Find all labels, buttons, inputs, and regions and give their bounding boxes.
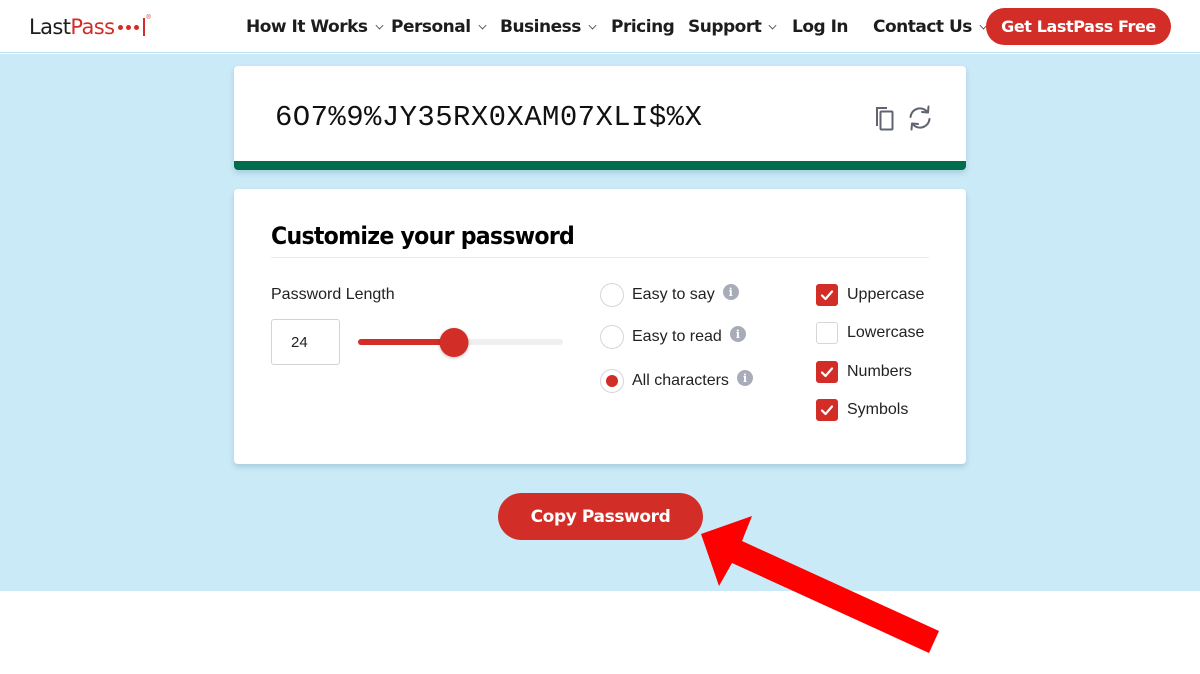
checkbox[interactable] bbox=[816, 361, 838, 383]
info-icon[interactable]: i bbox=[722, 284, 739, 300]
radio-label: Easy to read bbox=[632, 328, 722, 345]
checkbox[interactable] bbox=[816, 399, 838, 421]
radio-button[interactable] bbox=[600, 325, 624, 349]
checkbox-uppercase[interactable]: Uppercase bbox=[816, 283, 924, 307]
checkbox-label: Uppercase bbox=[847, 286, 925, 303]
checkbox-label: Symbols bbox=[847, 401, 909, 418]
checkbox[interactable] bbox=[816, 322, 838, 344]
password-length-slider[interactable] bbox=[358, 328, 563, 357]
generated-password[interactable]: 6O7%9%JY35RX0XAM07XLI$%X bbox=[275, 101, 702, 134]
site-header: Last Pass ® How It Works Personal Busine… bbox=[0, 0, 1200, 53]
logo-registered-mark: ® bbox=[146, 15, 151, 21]
radio-label: All characters bbox=[632, 372, 729, 389]
nav-contact-us[interactable]: Contact Us bbox=[873, 15, 988, 39]
refresh-icon[interactable] bbox=[906, 103, 934, 133]
checkbox-symbols[interactable]: Symbols bbox=[816, 398, 908, 422]
radio-all-characters[interactable]: All characters i bbox=[600, 368, 753, 394]
checkbox[interactable] bbox=[816, 284, 838, 306]
password-strength-bar bbox=[234, 161, 966, 170]
chevron-down-icon bbox=[478, 21, 487, 29]
password-display-card: 6O7%9%JY35RX0XAM07XLI$%X bbox=[234, 66, 966, 170]
nav-label: Contact Us bbox=[873, 17, 972, 37]
logo-bar-icon bbox=[143, 18, 146, 36]
nav-support[interactable]: Support bbox=[688, 15, 777, 39]
radio-easy-to-say[interactable]: Easy to say i bbox=[600, 282, 739, 308]
nav-business[interactable]: Business bbox=[500, 15, 597, 39]
checkmark-icon bbox=[820, 367, 834, 378]
copy-icon[interactable] bbox=[871, 103, 899, 133]
nav-log-in[interactable]: Log In bbox=[792, 15, 849, 39]
nav-label: Log In bbox=[792, 17, 849, 37]
radio-label: Easy to say bbox=[632, 286, 715, 303]
password-length-label: Password Length bbox=[271, 286, 395, 303]
password-length-input[interactable]: 24 bbox=[271, 319, 340, 365]
chevron-down-icon bbox=[768, 21, 777, 29]
checkmark-icon bbox=[820, 290, 834, 301]
radio-selected-dot bbox=[606, 375, 618, 387]
info-icon[interactable]: i bbox=[729, 326, 746, 342]
checkbox-label: Lowercase bbox=[847, 324, 925, 341]
radio-button[interactable] bbox=[600, 283, 624, 307]
lastpass-logo[interactable]: Last Pass ® bbox=[29, 13, 151, 41]
checkbox-label: Numbers bbox=[847, 363, 912, 380]
logo-text-last: Last bbox=[29, 15, 71, 39]
customize-card: Customize your password Password Length … bbox=[234, 189, 966, 464]
checkbox-numbers[interactable]: Numbers bbox=[816, 360, 912, 384]
info-icon[interactable]: i bbox=[736, 370, 753, 386]
get-lastpass-free-button[interactable]: Get LastPass Free bbox=[986, 8, 1171, 45]
customize-title: Customize your password bbox=[271, 222, 575, 250]
nav-personal[interactable]: Personal bbox=[391, 15, 487, 39]
radio-button[interactable] bbox=[600, 369, 624, 393]
nav-label: Business bbox=[500, 17, 581, 37]
checkmark-icon bbox=[820, 405, 834, 416]
nav-label: How It Works bbox=[246, 17, 368, 37]
chevron-down-icon bbox=[588, 21, 597, 29]
nav-label: Personal bbox=[391, 17, 471, 37]
nav-label: Support bbox=[688, 17, 762, 37]
checkbox-lowercase[interactable]: Lowercase bbox=[816, 321, 924, 345]
logo-text-pass: Pass bbox=[70, 15, 115, 39]
nav-how-it-works[interactable]: How It Works bbox=[246, 15, 384, 39]
radio-easy-to-read[interactable]: Easy to read i bbox=[600, 324, 746, 350]
nav-label: Pricing bbox=[611, 17, 675, 37]
slider-thumb[interactable] bbox=[439, 328, 469, 357]
chevron-down-icon bbox=[375, 21, 384, 29]
logo-dots-icon bbox=[118, 24, 140, 30]
title-divider bbox=[271, 257, 929, 258]
nav-pricing[interactable]: Pricing bbox=[611, 15, 675, 39]
copy-password-button[interactable]: Copy Password bbox=[498, 493, 703, 540]
